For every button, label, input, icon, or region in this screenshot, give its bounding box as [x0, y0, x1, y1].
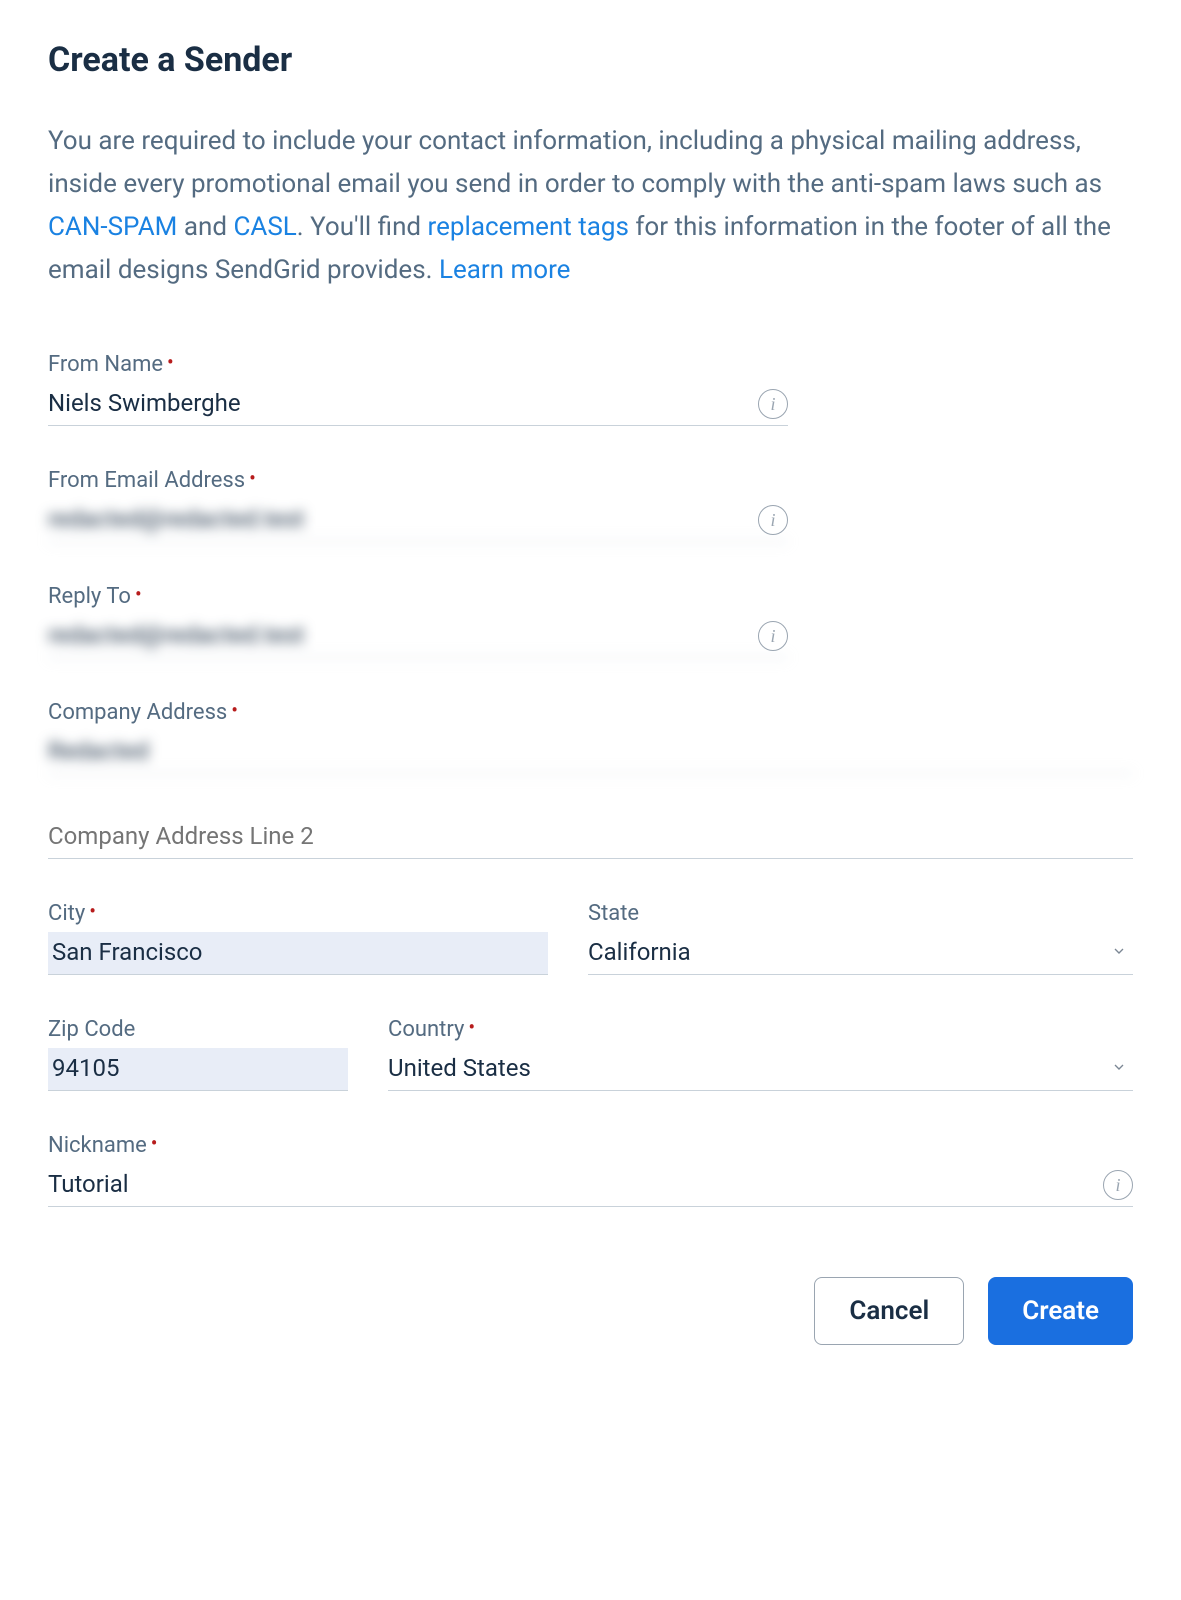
- field-city: City•: [48, 901, 548, 975]
- info-icon[interactable]: i: [758, 621, 788, 651]
- field-reply-to: Reply To• i: [48, 584, 788, 658]
- field-country: Country• United States: [388, 1017, 1133, 1091]
- required-indicator: •: [167, 350, 174, 374]
- label-text: Country: [388, 1017, 464, 1042]
- field-from-email: From Email Address• i: [48, 468, 788, 542]
- field-zip: Zip Code: [48, 1017, 348, 1091]
- field-company-address-2: [48, 816, 1133, 859]
- form-actions: Cancel Create: [48, 1277, 1133, 1345]
- label-company-address: Company Address•: [48, 700, 1133, 725]
- description-text: You are required to include your contact…: [48, 120, 1128, 292]
- input-company-address[interactable]: [48, 731, 1133, 774]
- input-city[interactable]: [48, 932, 548, 975]
- input-nickname[interactable]: [48, 1164, 1133, 1207]
- label-state: State: [588, 901, 1133, 926]
- info-icon[interactable]: i: [1103, 1170, 1133, 1200]
- required-indicator: •: [135, 582, 142, 606]
- field-state: State California: [588, 901, 1133, 975]
- row-zip-country: Zip Code Country• United States: [48, 1017, 1133, 1091]
- required-indicator: •: [468, 1015, 475, 1039]
- required-indicator: •: [89, 899, 96, 923]
- row-city-state: City• State California: [48, 901, 1133, 975]
- label-text: Nickname: [48, 1133, 147, 1158]
- create-button[interactable]: Create: [988, 1277, 1133, 1345]
- select-state[interactable]: California: [588, 932, 1133, 975]
- desc-part2: and: [177, 212, 233, 242]
- label-text: Company Address: [48, 700, 227, 725]
- label-text: City: [48, 901, 85, 926]
- label-text: Zip Code: [48, 1017, 135, 1042]
- label-text: Reply To: [48, 584, 131, 609]
- label-from-name: From Name•: [48, 352, 788, 377]
- label-text: From Name: [48, 352, 163, 377]
- label-country: Country•: [388, 1017, 1133, 1042]
- label-nickname: Nickname•: [48, 1133, 1133, 1158]
- sender-form: From Name• i From Email Address• i Reply…: [48, 352, 1133, 1207]
- link-can-spam[interactable]: CAN-SPAM: [48, 212, 177, 242]
- link-learn-more[interactable]: Learn more: [439, 255, 571, 285]
- info-icon[interactable]: i: [758, 389, 788, 419]
- link-replacement-tags[interactable]: replacement tags: [428, 212, 629, 242]
- input-from-name[interactable]: [48, 383, 788, 426]
- field-from-name: From Name• i: [48, 352, 788, 426]
- label-text: State: [588, 901, 639, 926]
- input-zip[interactable]: [48, 1048, 348, 1091]
- input-reply-to[interactable]: [48, 615, 788, 658]
- required-indicator: •: [151, 1131, 158, 1155]
- link-casl[interactable]: CASL: [233, 212, 296, 242]
- input-from-email[interactable]: [48, 499, 788, 542]
- label-zip: Zip Code: [48, 1017, 348, 1042]
- label-text: From Email Address: [48, 468, 245, 493]
- field-company-address: Company Address•: [48, 700, 1133, 774]
- required-indicator: •: [249, 466, 256, 490]
- label-reply-to: Reply To•: [48, 584, 788, 609]
- label-city: City•: [48, 901, 548, 926]
- cancel-button[interactable]: Cancel: [814, 1277, 964, 1345]
- input-company-address-2[interactable]: [48, 816, 1133, 859]
- required-indicator: •: [231, 698, 238, 722]
- desc-part3: . You'll find: [297, 212, 428, 242]
- field-nickname: Nickname• i: [48, 1133, 1133, 1207]
- info-icon[interactable]: i: [758, 505, 788, 535]
- select-country[interactable]: United States: [388, 1048, 1133, 1091]
- page-title: Create a Sender: [48, 40, 1133, 80]
- desc-part1: You are required to include your contact…: [48, 126, 1102, 199]
- label-from-email: From Email Address•: [48, 468, 788, 493]
